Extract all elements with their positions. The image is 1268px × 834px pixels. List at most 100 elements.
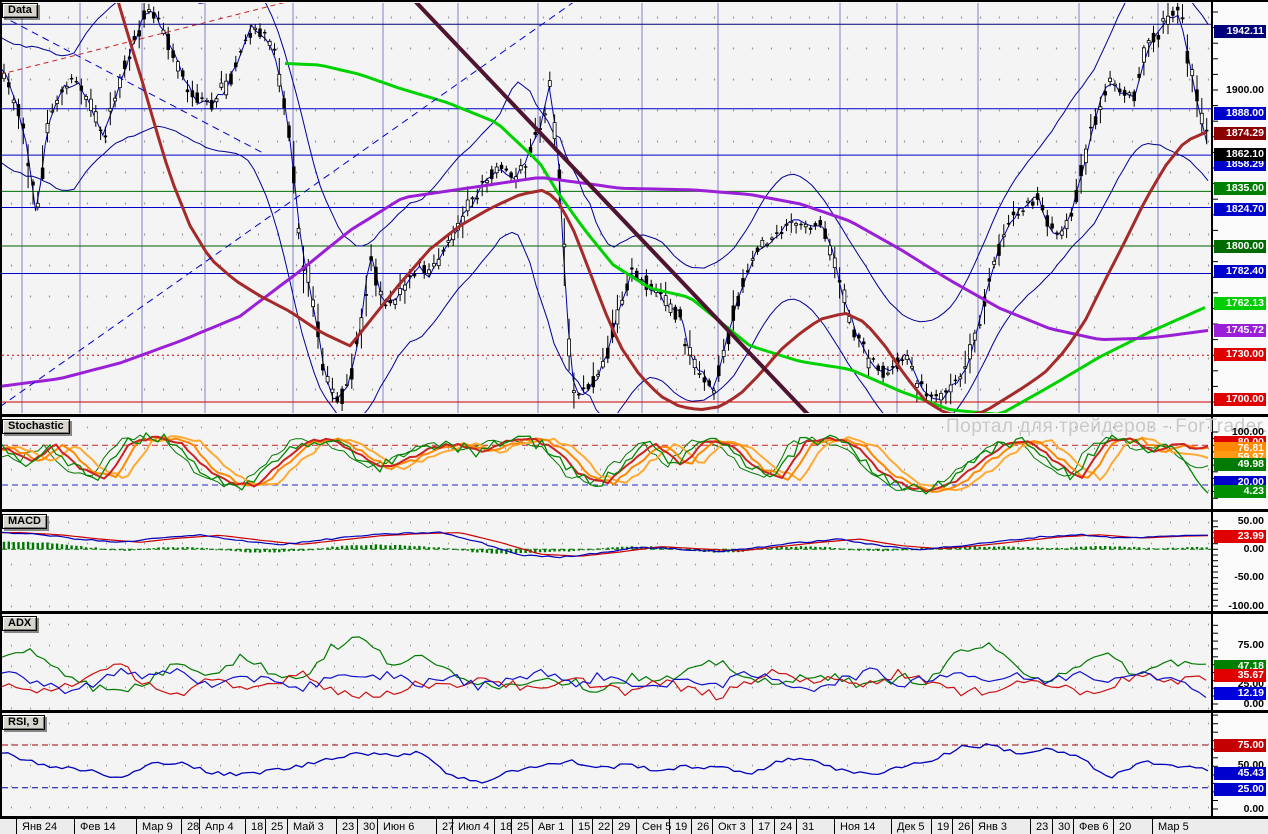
date-axis-label: Янв 3 bbox=[978, 821, 1007, 833]
date-axis-label: 30 bbox=[1058, 821, 1070, 833]
axis-scale-label: 50.00 bbox=[1214, 515, 1266, 528]
date-axis-tick bbox=[712, 819, 713, 834]
date-axis-label: Сен 5 bbox=[642, 821, 671, 833]
adx-title-button[interactable]: ADX bbox=[2, 616, 37, 631]
date-axis-tick bbox=[16, 819, 17, 834]
date-axis-tick bbox=[287, 819, 288, 834]
price-value-label: 1700.00 bbox=[1214, 393, 1266, 406]
rsi-title-button[interactable]: RSI, 9 bbox=[2, 715, 45, 730]
date-axis-label: Июл 4 bbox=[458, 821, 490, 833]
price-value-label: 49.98 bbox=[1214, 458, 1266, 471]
main-panel-title-button[interactable]: Data bbox=[2, 3, 38, 18]
price-value-label: 1942.11 bbox=[1214, 25, 1266, 38]
date-axis-label: Июн 6 bbox=[383, 821, 414, 833]
date-axis-tick bbox=[136, 819, 137, 834]
date-axis-tick bbox=[357, 819, 358, 834]
date-axis-label: 26 bbox=[697, 821, 709, 833]
date-axis-tick bbox=[972, 819, 973, 834]
price-value-label: 1835.00 bbox=[1214, 182, 1266, 195]
date-axis-tick bbox=[452, 819, 453, 834]
price-value-label: 1862.10 bbox=[1214, 148, 1266, 161]
axis-scale-label: 75.00 bbox=[1214, 639, 1266, 652]
adx-line bbox=[2, 637, 1206, 692]
date-axis-tick bbox=[511, 819, 512, 834]
axis-scale-label: -50.00 bbox=[1214, 571, 1266, 584]
date-axis-label: Мар 5 bbox=[1158, 821, 1189, 833]
rsi-line bbox=[2, 744, 1208, 783]
date-axis-tick bbox=[691, 819, 692, 834]
main-panel-series bbox=[0, 0, 1211, 436]
macd-series bbox=[2, 532, 1211, 558]
date-axis-label: 25 bbox=[517, 821, 529, 833]
date-axis-label: Фев 6 bbox=[1079, 821, 1109, 833]
date-axis-tick bbox=[199, 819, 200, 834]
price-value-label: 45.43 bbox=[1214, 767, 1266, 780]
date-axis-label: 19 bbox=[937, 821, 949, 833]
date-axis-tick bbox=[669, 819, 670, 834]
date-axis-label: Янв 24 bbox=[22, 821, 57, 833]
date-axis-tick bbox=[74, 819, 75, 834]
date-axis-tick bbox=[774, 819, 775, 834]
date-axis[interactable]: Янв 24Фев 14Мар 928Апр 41825Май 32330Июн… bbox=[0, 819, 1268, 834]
rsi-series bbox=[2, 744, 1211, 788]
date-axis-label: 25 bbox=[271, 821, 283, 833]
date-axis-tick bbox=[1052, 819, 1053, 834]
adx-series bbox=[2, 637, 1206, 700]
date-axis-tick bbox=[952, 819, 953, 834]
date-axis-label: 20 bbox=[1119, 821, 1131, 833]
date-axis-tick bbox=[181, 819, 182, 834]
date-axis-label: Ноя 14 bbox=[840, 821, 875, 833]
date-axis-tick bbox=[1030, 819, 1031, 834]
date-axis-label: Дек 5 bbox=[897, 821, 925, 833]
trading-chart-window: Портал для трейдеров - ForTrader.ru Data… bbox=[0, 0, 1268, 834]
date-axis-tick bbox=[377, 819, 378, 834]
date-axis-tick bbox=[891, 819, 892, 834]
date-axis-tick bbox=[752, 819, 753, 834]
date-axis-label: Апр 4 bbox=[205, 821, 234, 833]
date-axis-label: Фев 14 bbox=[80, 821, 116, 833]
price-value-label: 1782.40 bbox=[1214, 265, 1266, 278]
date-axis-tick bbox=[796, 819, 797, 834]
date-axis-label: 28 bbox=[187, 821, 199, 833]
date-axis-tick bbox=[1152, 819, 1153, 834]
price-value-label: 1745.72 bbox=[1214, 324, 1266, 337]
date-axis-tick bbox=[592, 819, 593, 834]
ma-green bbox=[285, 64, 1205, 415]
date-axis-label: Мар 9 bbox=[142, 821, 173, 833]
date-axis-label: 23 bbox=[1036, 821, 1048, 833]
price-value-label: 4.23 bbox=[1214, 485, 1266, 498]
date-axis-label: 31 bbox=[802, 821, 814, 833]
date-axis-tick bbox=[636, 819, 637, 834]
macd-title-button[interactable]: MACD bbox=[2, 514, 47, 529]
date-axis-tick bbox=[336, 819, 337, 834]
di-plus-line bbox=[2, 664, 1206, 700]
stochastic-series bbox=[2, 433, 1211, 494]
chart-canvas bbox=[0, 0, 1268, 834]
date-axis-label: 29 bbox=[618, 821, 630, 833]
axis-scale-label: -100.00 bbox=[1214, 600, 1266, 613]
date-axis-label: 26 bbox=[958, 821, 970, 833]
stochastic-title-button[interactable]: Stochastic bbox=[2, 419, 70, 434]
price-value-label: 75.00 bbox=[1214, 739, 1266, 752]
date-axis-label: 22 bbox=[598, 821, 610, 833]
date-axis-tick bbox=[612, 819, 613, 834]
date-axis-label: Авг 1 bbox=[538, 821, 564, 833]
price-value-label: 1824.70 bbox=[1214, 203, 1266, 216]
date-axis-tick bbox=[245, 819, 246, 834]
price-value-label: 23.99 bbox=[1214, 530, 1266, 543]
date-axis-tick bbox=[1113, 819, 1114, 834]
date-axis-tick bbox=[494, 819, 495, 834]
axis-scale-label: 1900.00 bbox=[1214, 84, 1266, 97]
price-value-label: 1730.00 bbox=[1214, 348, 1266, 361]
date-axis-label: 18 bbox=[251, 821, 263, 833]
price-value-label: 25.00 bbox=[1214, 783, 1266, 796]
price-value-label: 1888.00 bbox=[1214, 107, 1266, 120]
date-axis-label: 17 bbox=[758, 821, 770, 833]
date-axis-label: 15 bbox=[578, 821, 590, 833]
axis-scale-label: 0.00 bbox=[1214, 803, 1266, 816]
band-lower-line bbox=[2, 126, 1208, 435]
date-axis-tick bbox=[436, 819, 437, 834]
price-value-label: 1800.00 bbox=[1214, 240, 1266, 253]
price-value-label: 1874.29 bbox=[1214, 127, 1266, 140]
date-axis-tick bbox=[532, 819, 533, 834]
